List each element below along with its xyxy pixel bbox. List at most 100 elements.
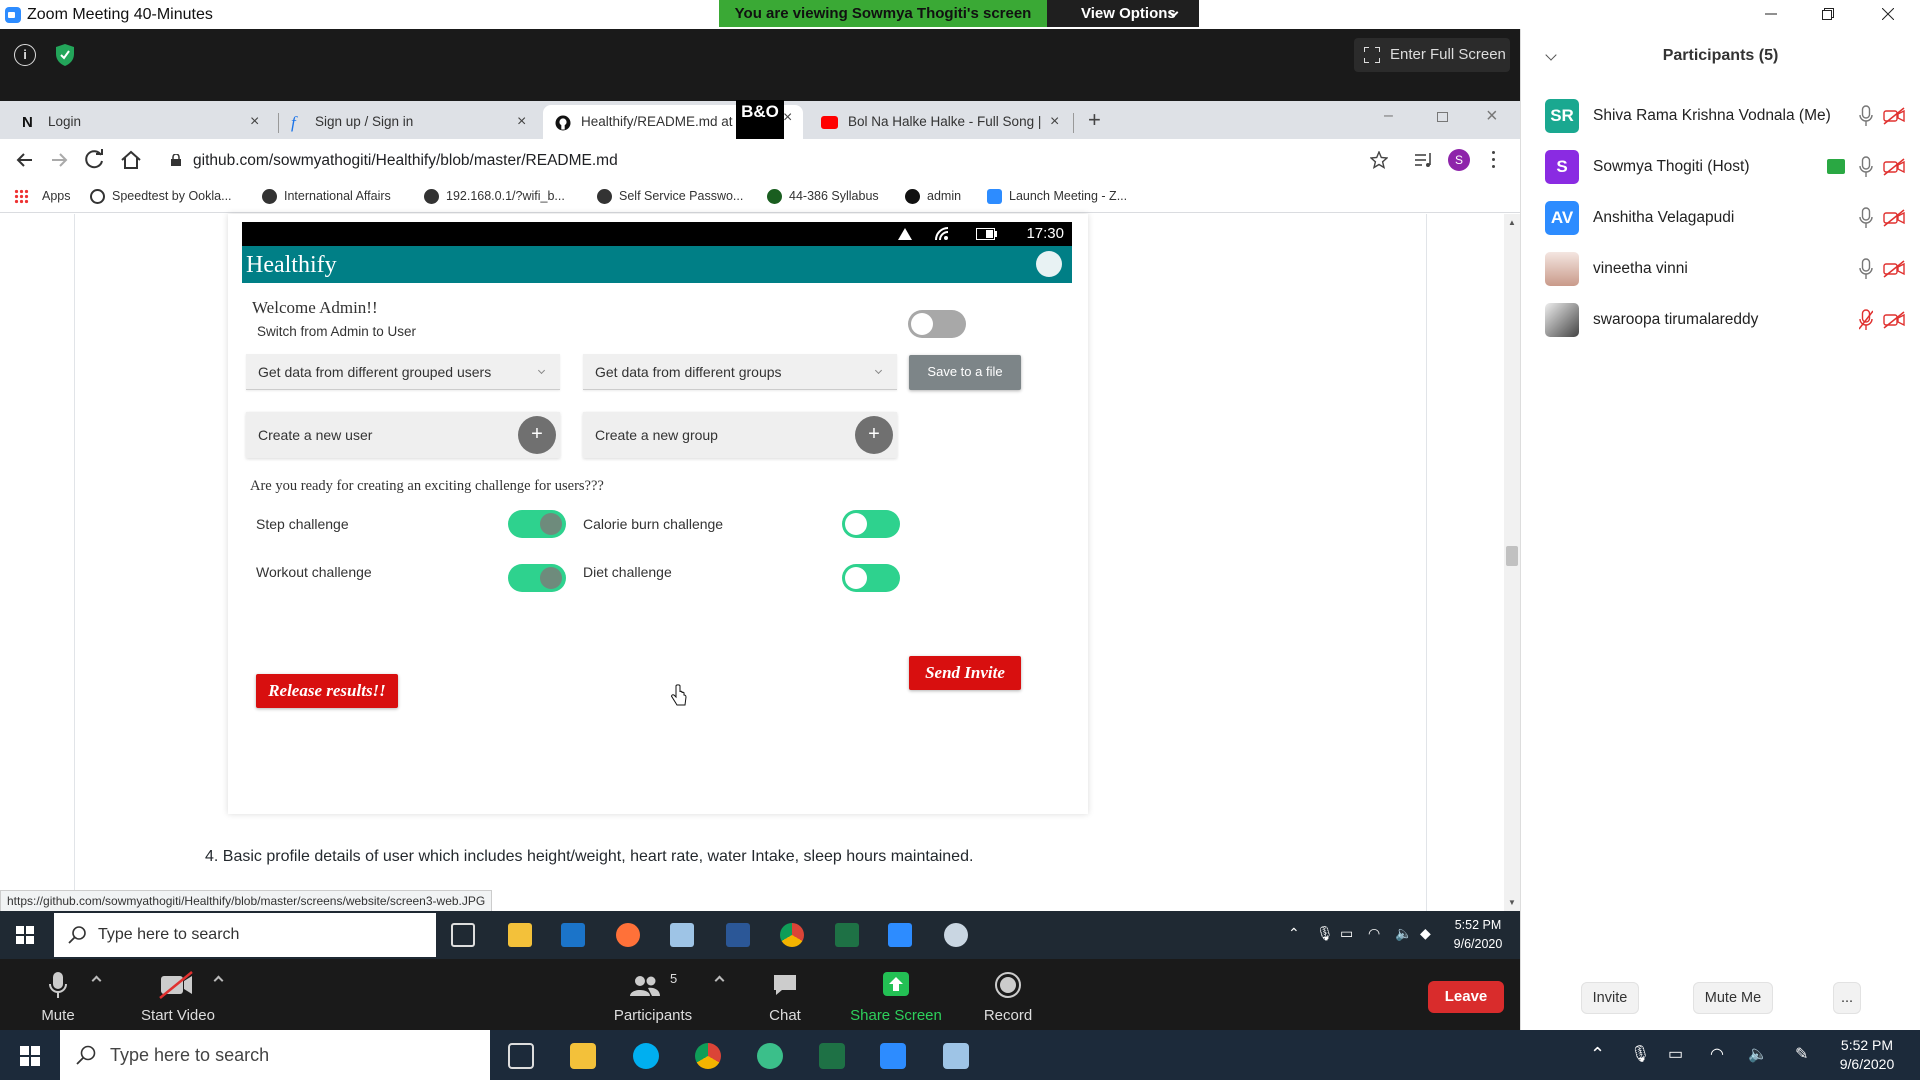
excel-icon[interactable] [835,923,859,947]
wifi-icon[interactable]: ◠ [1368,925,1380,942]
release-results-button[interactable]: Release results!! [256,674,398,708]
share-screen-button[interactable]: Share Screen [845,959,947,1030]
grouped-users-dropdown[interactable]: Get data from different grouped users [246,354,560,390]
video-off-icon[interactable] [1883,107,1905,125]
browser-restore-icon[interactable] [1437,112,1448,122]
media-control-icon[interactable] [1414,151,1434,169]
microphone-icon[interactable]: 🎙 [1630,1044,1650,1064]
mute-button[interactable]: Mute [30,959,86,1030]
chat-button[interactable]: Chat [760,959,810,1030]
bookmark-self-service[interactable]: Self Service Passwo... [597,187,743,205]
create-user-field[interactable]: Create a new user + [246,412,560,458]
video-off-icon[interactable] [1883,209,1905,227]
browser-menu-icon[interactable] [1492,151,1496,169]
tray-chevron-icon[interactable]: ⌃ [1288,925,1300,942]
browser-close-icon[interactable]: × [1486,105,1498,128]
view-options-button[interactable]: View Options [1047,0,1199,27]
more-options-button[interactable]: ... [1833,982,1861,1014]
bookmark-syllabus[interactable]: 44-386 Syllabus [767,187,879,205]
file-explorer-icon[interactable] [508,923,532,947]
url-field[interactable]: github.com/sowmyathogiti/Healthify/blob/… [167,148,1437,175]
microphone-muted-icon[interactable] [1859,309,1873,331]
encryption-shield-icon[interactable] [55,43,75,67]
bookmark-international-affairs[interactable]: International Affairs [262,187,391,205]
audio-options-chevron-icon[interactable] [91,975,102,986]
lock-icon[interactable] [171,154,181,166]
restore-button[interactable] [1805,0,1851,29]
groups-dropdown[interactable]: Get data from different groups [583,354,897,390]
maps-icon[interactable] [757,1043,783,1069]
battery-icon[interactable]: ▭ [1340,925,1353,942]
bookmark-star-icon[interactable] [1370,151,1388,169]
taskbar-search-box[interactable]: Type here to search [60,1030,490,1080]
workout-challenge-toggle[interactable] [508,564,566,592]
add-group-button[interactable]: + [855,416,893,454]
page-scrollbar[interactable]: ▲ ▼ [1504,214,1520,911]
battery-icon[interactable]: ▭ [1668,1044,1683,1064]
calorie-challenge-toggle[interactable] [842,510,900,538]
bookmark-launch-meeting[interactable]: Launch Meeting - Z... [987,187,1127,205]
chrome-icon[interactable] [780,923,804,947]
zoom-icon[interactable] [880,1043,906,1069]
diet-challenge-toggle[interactable] [842,564,900,592]
invite-button[interactable]: Invite [1581,982,1639,1014]
scroll-thumb[interactable] [1506,546,1518,566]
taskbar-clock[interactable]: 5:52 PM 9/6/2020 [1448,916,1508,954]
tab-login[interactable]: N Login × [0,105,275,139]
task-view-icon[interactable] [508,1043,534,1069]
step-challenge-toggle[interactable] [508,510,566,538]
enter-full-screen-button[interactable]: Enter Full Screen [1354,38,1510,72]
firefox-icon[interactable] [616,923,640,947]
skype-icon[interactable] [633,1043,659,1069]
reload-icon[interactable] [82,147,108,173]
microphone-icon[interactable] [1859,105,1873,127]
save-to-file-button[interactable]: Save to a file [909,355,1021,390]
leave-meeting-button[interactable]: Leave [1428,981,1504,1013]
volume-icon[interactable]: 🔈 [1748,1044,1768,1064]
outlook-icon[interactable] [561,923,585,947]
snipping-tool-icon[interactable] [944,923,968,947]
dropbox-icon[interactable]: ◆ [1420,925,1431,942]
home-icon[interactable] [118,147,144,173]
file-explorer-icon[interactable] [570,1043,596,1069]
task-view-icon[interactable] [451,923,475,947]
bookmark-speedtest[interactable]: Speedtest by Ookla... [90,187,232,205]
zoom-icon[interactable] [888,923,912,947]
pen-icon[interactable]: ✎ [1795,1044,1808,1064]
scroll-down-icon[interactable]: ▼ [1508,898,1516,907]
forward-icon[interactable] [46,147,72,173]
excel-icon[interactable] [819,1043,845,1069]
add-user-button[interactable]: + [518,416,556,454]
windows-start-icon[interactable] [20,1046,40,1066]
browser-minimize-icon[interactable]: – [1384,107,1393,125]
wifi-icon[interactable]: ◠ [1710,1044,1724,1064]
notepad-icon[interactable] [670,923,694,947]
windows-start-icon[interactable] [16,926,34,944]
video-off-icon[interactable] [1883,158,1905,176]
video-off-icon[interactable] [1883,311,1905,329]
microphone-icon[interactable] [1859,156,1873,178]
notepad-icon[interactable] [943,1043,969,1069]
participant-row[interactable]: vineetha vinni [1521,246,1920,296]
close-tab-icon[interactable]: × [783,109,792,127]
volume-icon[interactable]: 🔈 [1395,925,1412,942]
participant-row[interactable]: SR Shiva Rama Krishna Vodnala (Me) [1521,93,1920,143]
close-tab-icon[interactable]: × [250,105,259,139]
tray-chevron-icon[interactable]: ⌃ [1590,1044,1605,1065]
participant-row[interactable]: S Sowmya Thogiti (Host) [1521,144,1920,194]
close-window-button[interactable] [1865,0,1911,29]
bookmark-apps[interactable]: Apps [14,187,71,205]
chrome-icon[interactable] [695,1043,721,1069]
create-group-field[interactable]: Create a new group + [583,412,897,458]
bookmark-router[interactable]: 192.168.0.1/?wifi_b... [424,187,565,205]
info-icon[interactable]: i [14,44,36,66]
scroll-up-icon[interactable]: ▲ [1508,218,1516,227]
new-tab-button[interactable]: + [1088,107,1101,133]
bookmark-admin[interactable]: admin [905,187,961,205]
back-icon[interactable] [12,147,38,173]
start-video-button[interactable]: Start Video [130,959,226,1030]
taskbar-search-box[interactable]: Type here to search [54,913,436,957]
mute-me-button[interactable]: Mute Me [1693,982,1773,1014]
admin-user-switch[interactable] [908,310,966,338]
word-icon[interactable] [726,923,750,947]
